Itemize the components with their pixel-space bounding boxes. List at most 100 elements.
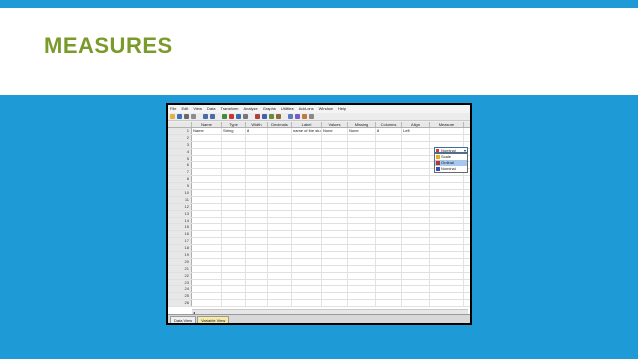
- table-cell[interactable]: [430, 265, 464, 272]
- row-number[interactable]: 13: [168, 210, 192, 217]
- measure-option-nominal[interactable]: Nominal: [435, 166, 467, 172]
- redo-icon[interactable]: [210, 114, 215, 119]
- table-cell[interactable]: [322, 231, 348, 238]
- table-cell[interactable]: [376, 238, 402, 245]
- table-cell[interactable]: [430, 224, 464, 231]
- table-cell[interactable]: [322, 272, 348, 279]
- table-cell[interactable]: [430, 231, 464, 238]
- use-sets-icon[interactable]: [302, 114, 307, 119]
- table-cell[interactable]: [322, 238, 348, 245]
- row-number[interactable]: 21: [168, 265, 192, 272]
- table-cell[interactable]: [322, 300, 348, 307]
- table-cell[interactable]: [246, 210, 268, 217]
- table-cell[interactable]: [402, 217, 430, 224]
- row-number[interactable]: 9: [168, 183, 192, 190]
- table-cell[interactable]: [430, 279, 464, 286]
- table-cell[interactable]: [268, 190, 292, 196]
- table-cell[interactable]: [402, 293, 430, 300]
- table-cell[interactable]: [402, 272, 430, 279]
- table-cell[interactable]: [376, 293, 402, 300]
- table-cell[interactable]: [430, 245, 464, 252]
- table-cell[interactable]: [376, 272, 402, 279]
- table-cell[interactable]: [292, 252, 322, 258]
- table-cell[interactable]: [222, 134, 246, 141]
- row-number[interactable]: 8: [168, 176, 192, 183]
- table-cell[interactable]: [192, 258, 222, 265]
- menu-item-transform[interactable]: Transform: [220, 105, 238, 113]
- table-cell[interactable]: [322, 258, 348, 265]
- table-cell[interactable]: [268, 155, 292, 162]
- table-cell[interactable]: [348, 203, 376, 210]
- table-cell[interactable]: [376, 300, 402, 307]
- table-cell[interactable]: [268, 134, 292, 141]
- table-cell[interactable]: [292, 148, 322, 155]
- table-cell[interactable]: [376, 210, 402, 217]
- value-labels-icon[interactable]: [295, 114, 300, 119]
- split-file-icon[interactable]: [269, 114, 274, 119]
- table-cell[interactable]: [292, 162, 322, 169]
- table-cell[interactable]: [246, 300, 268, 307]
- table-cell[interactable]: [292, 279, 322, 286]
- table-cell[interactable]: [246, 245, 268, 252]
- table-cell[interactable]: [222, 196, 246, 203]
- save-icon[interactable]: [177, 114, 182, 119]
- table-cell[interactable]: [246, 155, 268, 162]
- table-cell[interactable]: [348, 286, 376, 293]
- table-cell[interactable]: [222, 203, 246, 210]
- column-header-label[interactable]: Label: [292, 122, 322, 127]
- row-number[interactable]: 6: [168, 162, 192, 169]
- table-cell[interactable]: [222, 258, 246, 265]
- table-cell[interactable]: [292, 293, 322, 300]
- table-cell[interactable]: [222, 300, 246, 307]
- row-number[interactable]: 1: [168, 128, 192, 134]
- table-cell[interactable]: [192, 265, 222, 272]
- table-cell[interactable]: [222, 293, 246, 300]
- table-cell[interactable]: [292, 286, 322, 293]
- table-cell[interactable]: [402, 203, 430, 210]
- table-cell[interactable]: [348, 155, 376, 162]
- table-cell[interactable]: [268, 286, 292, 293]
- row-number[interactable]: 26: [168, 300, 192, 307]
- table-cell[interactable]: [322, 148, 348, 155]
- table-cell[interactable]: [268, 128, 292, 134]
- table-cell[interactable]: [376, 183, 402, 190]
- table-cell[interactable]: [268, 252, 292, 258]
- table-cell[interactable]: [402, 258, 430, 265]
- column-header-values[interactable]: Values: [322, 122, 348, 127]
- table-cell[interactable]: [402, 265, 430, 272]
- table-cell[interactable]: [246, 252, 268, 258]
- table-cell[interactable]: [292, 217, 322, 224]
- column-header-rownum[interactable]: [168, 122, 192, 127]
- table-cell[interactable]: [192, 169, 222, 176]
- goto-variable-icon[interactable]: [229, 114, 234, 119]
- table-cell[interactable]: [348, 162, 376, 169]
- table-cell[interactable]: [222, 286, 246, 293]
- table-cell[interactable]: [402, 169, 430, 176]
- row-number[interactable]: 22: [168, 272, 192, 279]
- table-cell[interactable]: [246, 148, 268, 155]
- insert-variable-icon[interactable]: [262, 114, 267, 119]
- table-cell[interactable]: [268, 210, 292, 217]
- row-number[interactable]: 15: [168, 224, 192, 231]
- table-cell[interactable]: [268, 300, 292, 307]
- table-cell[interactable]: [192, 134, 222, 141]
- table-cell[interactable]: [430, 134, 464, 141]
- table-cell[interactable]: [268, 196, 292, 203]
- table-cell[interactable]: [402, 224, 430, 231]
- table-cell[interactable]: [222, 155, 246, 162]
- table-cell[interactable]: None: [322, 128, 348, 134]
- table-cell[interactable]: [246, 196, 268, 203]
- row-number[interactable]: 12: [168, 203, 192, 210]
- table-cell[interactable]: [246, 190, 268, 196]
- table-cell[interactable]: [348, 265, 376, 272]
- menu-item-window[interactable]: Window: [319, 105, 333, 113]
- menu-item-graphs[interactable]: Graphs: [263, 105, 276, 113]
- table-cell[interactable]: None: [348, 128, 376, 134]
- table-cell[interactable]: [430, 210, 464, 217]
- table-cell[interactable]: [192, 162, 222, 169]
- table-cell[interactable]: [246, 134, 268, 141]
- column-header-missing[interactable]: Missing: [348, 122, 376, 127]
- table-cell[interactable]: [292, 190, 322, 196]
- table-cell[interactable]: [268, 183, 292, 190]
- table-cell[interactable]: [376, 141, 402, 148]
